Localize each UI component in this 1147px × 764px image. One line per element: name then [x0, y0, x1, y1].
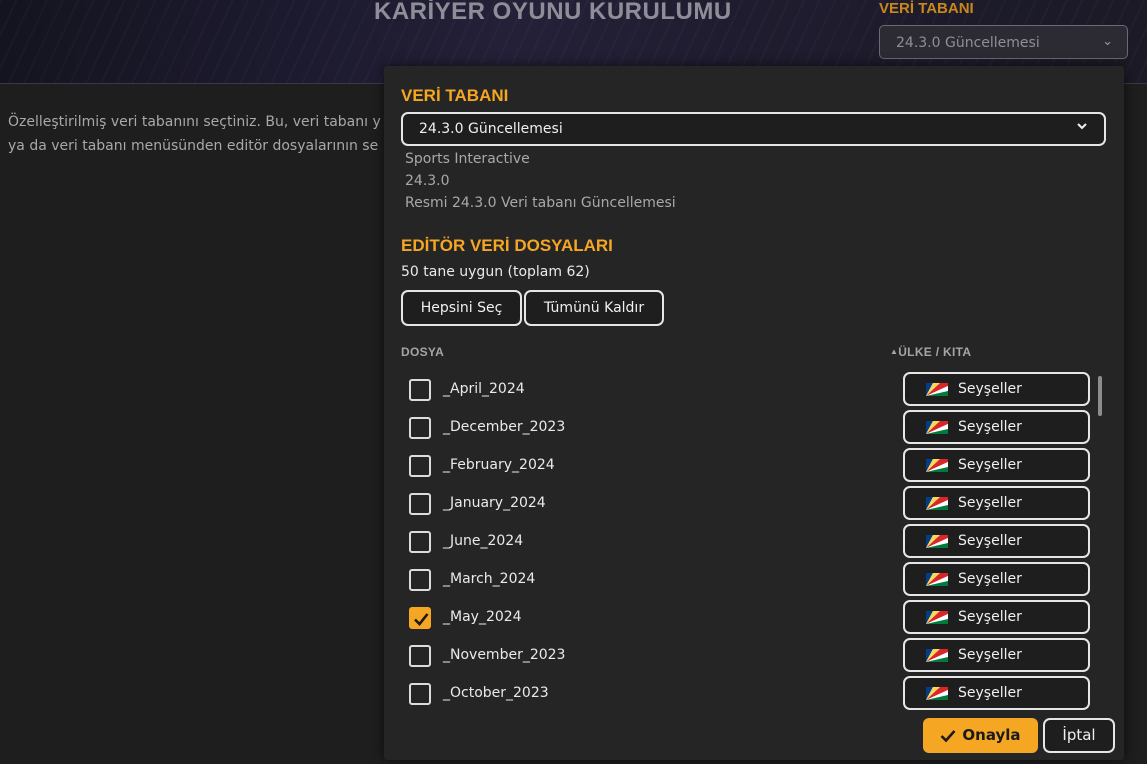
country-name: Seyşeller	[958, 495, 1022, 511]
country-button[interactable]: Seyşeller	[903, 676, 1090, 710]
description-line: ya da veri tabanı menüsünden editör dosy…	[8, 138, 379, 154]
seychelles-flag-icon	[926, 383, 948, 396]
chevron-down-icon: ⌄	[1102, 34, 1113, 49]
country-button[interactable]: Seyşeller	[903, 638, 1090, 672]
file-name: _March_2024	[443, 571, 536, 587]
file-name: _May_2024	[443, 609, 522, 625]
file-checkbox[interactable]	[409, 455, 431, 477]
file-row[interactable]: _December_2023 Seyşeller	[401, 408, 1111, 446]
file-row[interactable]: _June_2024 Seyşeller	[401, 522, 1111, 560]
file-name: _June_2024	[443, 533, 524, 549]
seychelles-flag-icon	[926, 459, 948, 472]
file-checkbox[interactable]	[409, 531, 431, 553]
file-checkbox[interactable]	[409, 683, 431, 705]
file-checkbox[interactable]	[409, 645, 431, 667]
background-database-value: 24.3.0 Güncellemesi	[896, 35, 1040, 51]
cancel-button[interactable]: İptal	[1043, 718, 1115, 753]
file-row[interactable]: _October_2023 Seyşeller	[401, 674, 1111, 710]
file-row[interactable]: _May_2024 Seyşeller	[401, 598, 1111, 636]
file-name: _February_2024	[443, 457, 555, 473]
background-description: Özelleştirilmiş veri tabanını seçtiniz. …	[8, 110, 384, 158]
file-checkbox[interactable]	[409, 417, 431, 439]
country-name: Seyşeller	[958, 571, 1022, 587]
page-title: KARİYER OYUNU KURULUMU	[374, 0, 732, 25]
available-count: 50 tane uygun (toplam 62)	[401, 264, 590, 280]
file-row[interactable]: _March_2024 Seyşeller	[401, 560, 1111, 598]
file-checkbox[interactable]	[409, 607, 431, 629]
database-dialog: VERİ TABANI 24.3.0 Güncellemesi Sports I…	[384, 66, 1124, 760]
country-button[interactable]: Seyşeller	[903, 600, 1090, 634]
country-button[interactable]: Seyşeller	[903, 372, 1090, 406]
file-row[interactable]: _November_2023 Seyşeller	[401, 636, 1111, 674]
database-select[interactable]: 24.3.0 Güncellemesi	[401, 112, 1106, 146]
description-line: Özelleştirilmiş veri tabanını seçtiniz. …	[8, 114, 381, 130]
country-name: Seyşeller	[958, 381, 1022, 397]
database-publisher: Sports Interactive	[405, 151, 530, 167]
country-button[interactable]: Seyşeller	[903, 448, 1090, 482]
country-name: Seyşeller	[958, 419, 1022, 435]
database-version: 24.3.0	[405, 173, 450, 189]
seychelles-flag-icon	[926, 687, 948, 700]
sort-ascending-icon: ▲	[890, 347, 899, 356]
seychelles-flag-icon	[926, 421, 948, 434]
country-button[interactable]: Seyşeller	[903, 562, 1090, 596]
file-row[interactable]: _January_2024 Seyşeller	[401, 484, 1111, 522]
chevron-down-icon	[1076, 120, 1088, 136]
file-name: _January_2024	[443, 495, 546, 511]
file-row[interactable]: _February_2024 Seyşeller	[401, 446, 1111, 484]
file-name: _November_2023	[443, 647, 566, 663]
editor-files-heading: EDİTÖR VERİ DOSYALARI	[401, 236, 613, 255]
scrollbar-thumb[interactable]	[1098, 376, 1102, 416]
seychelles-flag-icon	[926, 497, 948, 510]
database-label: VERİ TABANI	[879, 0, 974, 17]
database-heading: VERİ TABANI	[401, 86, 509, 105]
country-name: Seyşeller	[958, 685, 1022, 701]
country-name: Seyşeller	[958, 609, 1022, 625]
file-checkbox[interactable]	[409, 569, 431, 591]
column-header-file[interactable]: DOSYA	[401, 345, 444, 359]
column-header-country[interactable]: ▲ÜLKE / KITA	[890, 345, 971, 359]
checkmark-icon	[940, 721, 956, 756]
file-row[interactable]: _April_2024 Seyşeller	[401, 370, 1111, 408]
country-button[interactable]: Seyşeller	[903, 524, 1090, 558]
database-select-value: 24.3.0 Güncellemesi	[419, 121, 563, 137]
seychelles-flag-icon	[926, 649, 948, 662]
country-button[interactable]: Seyşeller	[903, 410, 1090, 444]
country-name: Seyşeller	[958, 647, 1022, 663]
file-name: _April_2024	[443, 381, 525, 397]
file-name: _December_2023	[443, 419, 566, 435]
file-checkbox[interactable]	[409, 379, 431, 401]
file-list[interactable]: _April_2024 Seyşeller _December_2023 Seyşel…	[401, 370, 1111, 710]
file-checkbox[interactable]	[409, 493, 431, 515]
seychelles-flag-icon	[926, 535, 948, 548]
select-all-button[interactable]: Hepsini Seç	[401, 290, 522, 326]
confirm-label: Onayla	[962, 726, 1021, 744]
seychelles-flag-icon	[926, 573, 948, 586]
background-database-select[interactable]: 24.3.0 Güncellemesi ⌄	[879, 25, 1128, 59]
country-button[interactable]: Seyşeller	[903, 486, 1090, 520]
checkmark-icon	[414, 613, 429, 626]
country-name: Seyşeller	[958, 457, 1022, 473]
database-description: Resmi 24.3.0 Veri tabanı Güncellemesi	[405, 195, 676, 211]
confirm-button[interactable]: Onayla	[923, 718, 1038, 753]
country-name: Seyşeller	[958, 533, 1022, 549]
clear-all-button[interactable]: Tümünü Kaldır	[524, 290, 664, 326]
file-name: _October_2023	[443, 685, 549, 701]
seychelles-flag-icon	[926, 611, 948, 624]
column-header-country-label: ÜLKE / KITA	[898, 345, 972, 359]
